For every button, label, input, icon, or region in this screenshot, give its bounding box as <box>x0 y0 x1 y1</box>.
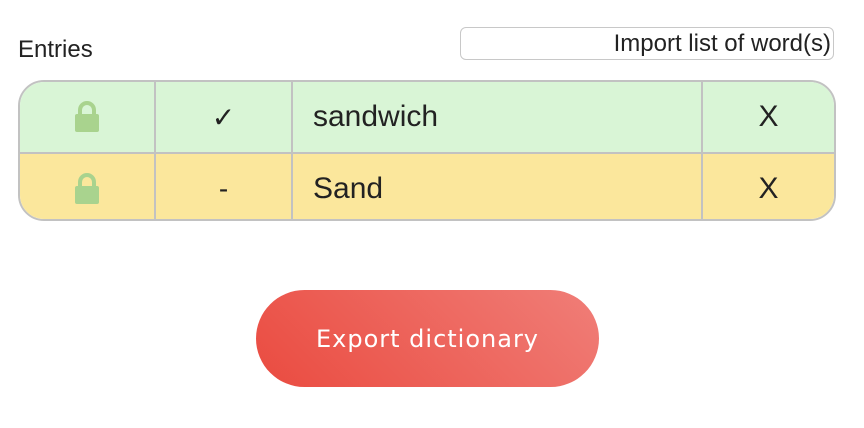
entries-heading: Entries <box>18 36 93 63</box>
status-dash: - <box>218 173 229 204</box>
lock-cell[interactable] <box>20 154 154 219</box>
export-dictionary-button[interactable]: Export dictionary <box>256 290 599 387</box>
import-words-button[interactable]: Import list of word(s) <box>460 27 834 60</box>
lock-icon[interactable] <box>74 173 100 205</box>
delete-button[interactable]: X <box>758 172 778 206</box>
lock-icon[interactable] <box>74 101 100 133</box>
status-cell: - <box>154 154 291 219</box>
delete-cell[interactable]: X <box>701 82 834 152</box>
word-text: sandwich <box>313 100 439 133</box>
lock-cell[interactable] <box>20 82 154 152</box>
status-cell: ✓ <box>154 82 291 152</box>
delete-cell[interactable]: X <box>701 154 834 219</box>
word-cell[interactable]: sandwich <box>291 82 701 152</box>
word-text: Sand <box>313 172 384 205</box>
table-row: ✓ sandwich X <box>20 82 834 152</box>
word-cell[interactable]: Sand <box>291 154 701 219</box>
delete-button[interactable]: X <box>758 100 778 134</box>
entries-table: ✓ sandwich X - Sand X <box>18 80 836 221</box>
status-check: ✓ <box>211 101 236 133</box>
table-row: - Sand X <box>20 152 834 219</box>
dictionary-editor: Entries Import list of word(s) ✓ sandwic… <box>0 0 864 428</box>
